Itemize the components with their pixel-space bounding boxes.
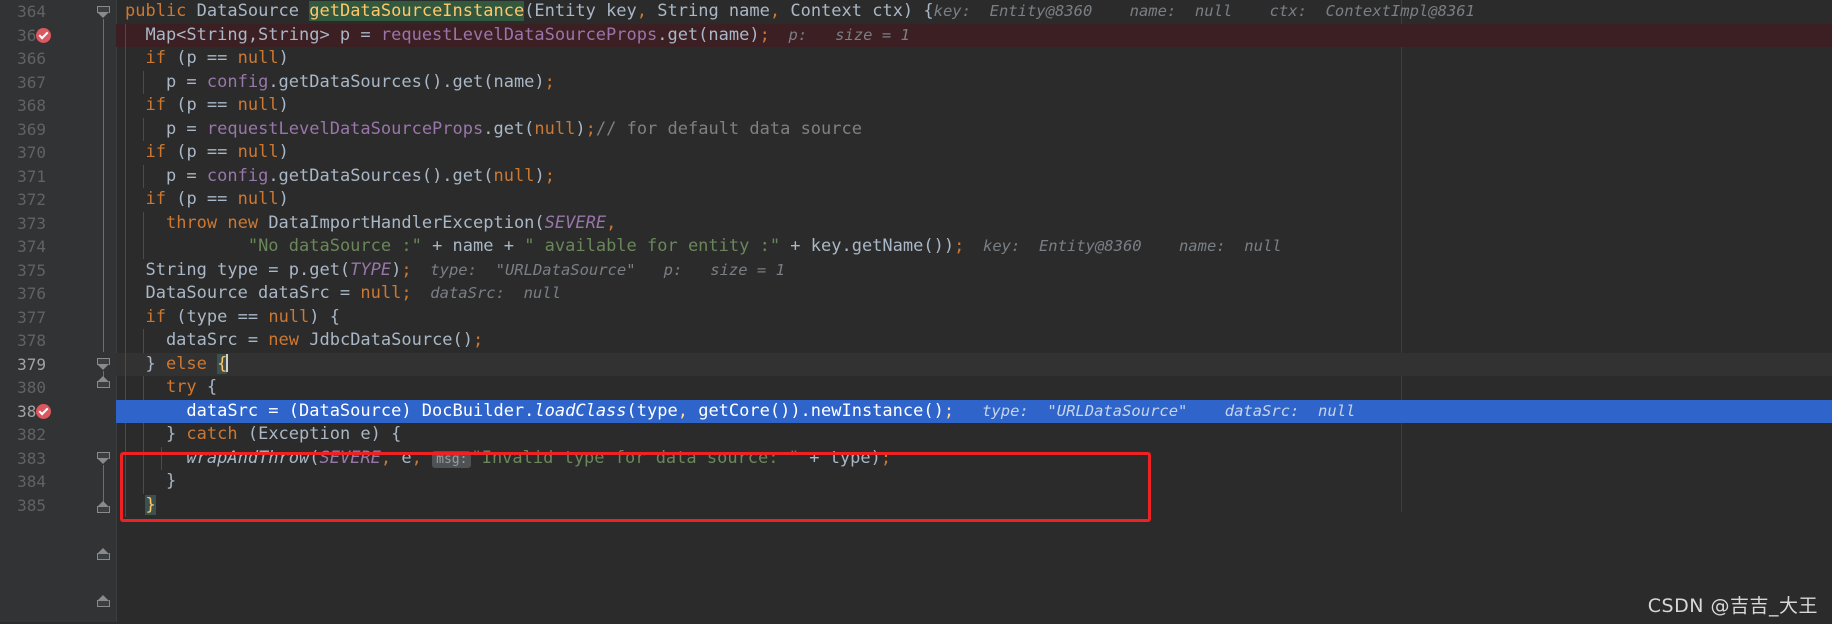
line-number: 376 (17, 284, 46, 303)
line-number: 366 (17, 49, 46, 68)
line-number: 364 (17, 2, 46, 21)
debug-value-hint: dataSrc: null (430, 284, 561, 302)
line-number: 378 (17, 331, 46, 350)
debug-value-hint: p: size = 1 (663, 260, 785, 279)
line-number: 383 (17, 448, 46, 468)
fold-marker-icon[interactable] (97, 6, 110, 19)
code-line-383[interactable]: wrapAndThrow(SEVERE, e, msg: "Invalid typ… (116, 446, 1832, 470)
debug-value-hint: name: null (1178, 237, 1282, 255)
fold-marker-icon[interactable] (97, 358, 110, 371)
code-line-373[interactable]: throw new DataImportHandlerException(SEV… (116, 211, 1832, 235)
debug-value-hint: dataSrc: null (1224, 401, 1356, 420)
debug-value-hint: ctx: ContextImpl@8361 (1269, 2, 1475, 20)
code-line-374[interactable]: "No dataSource :" + name + " available f… (116, 235, 1832, 259)
code-line-367[interactable]: p = config.getDataSources().get(name); (116, 70, 1832, 94)
text-caret (226, 353, 229, 372)
line-number: 370 (17, 143, 46, 162)
method-name-highlight: getDataSourceInstance (309, 1, 525, 21)
code-line-372[interactable]: if (p == null) (116, 188, 1832, 212)
code-line-368[interactable]: if (p == null) (116, 94, 1832, 118)
code-line-371[interactable]: p = config.getDataSources().get(null); (116, 164, 1832, 188)
line-number: 367 (17, 72, 46, 92)
line-number: 382 (17, 425, 46, 444)
editor-gutter[interactable]: 364 365 366 367 368 369 370 371 372 373 … (0, 0, 92, 624)
code-line-384[interactable]: } (116, 470, 1832, 494)
code-line-376[interactable]: DataSource dataSrc = null; dataSrc: null (116, 282, 1832, 306)
code-line-381[interactable]: dataSrc = (DataSource) DocBuilder.loadCl… (116, 399, 1832, 423)
line-number: 368 (17, 96, 46, 115)
code-line-380[interactable]: try { (116, 376, 1832, 400)
code-line-377[interactable]: if (type == null) { (116, 305, 1832, 329)
line-number: 379 (17, 354, 46, 374)
code-editor[interactable]: 364 365 366 367 368 369 370 371 372 373 … (0, 0, 1832, 624)
line-number: 384 (17, 472, 46, 491)
debug-value-hint: p: size = 1 (788, 25, 910, 44)
line-number: 375 (17, 260, 46, 280)
code-line-375[interactable]: String type = p.get(TYPE); type: "URLDat… (116, 258, 1832, 282)
breakpoint-icon[interactable] (36, 27, 51, 43)
fold-marker-icon[interactable] (97, 547, 110, 560)
code-line-366[interactable]: if (p == null) (116, 47, 1832, 71)
code-line-382[interactable]: } catch (Exception e) { (116, 423, 1832, 447)
code-line-370[interactable]: if (p == null) (116, 141, 1832, 165)
matching-brace-highlight: } (145, 494, 156, 515)
code-line-378[interactable]: dataSrc = new JdbcDataSource(); (116, 329, 1832, 353)
fold-marker-icon[interactable] (97, 375, 110, 388)
code-content[interactable]: public DataSource getDataSourceInstance(… (116, 0, 1832, 624)
line-number: 374 (17, 237, 46, 256)
debug-value-hint: key: Entity@8360 (982, 237, 1142, 255)
code-folding-strip[interactable] (92, 0, 116, 624)
line-number: 372 (17, 190, 46, 209)
breakpoint-icon[interactable] (36, 403, 51, 419)
debug-value-hint: name: null (1129, 2, 1233, 20)
line-number: 380 (17, 378, 46, 397)
line-number: 385 (17, 495, 46, 515)
fold-region-line (103, 465, 104, 505)
line-number: 377 (17, 307, 46, 327)
code-line-365[interactable]: Map<String,String> p = requestLevelDataS… (116, 23, 1832, 47)
fold-marker-icon[interactable] (97, 594, 110, 607)
debug-value-hint: type: "URLDataSource" (982, 401, 1188, 420)
line-number: 371 (17, 166, 46, 186)
debug-value-hint: type: "URLDataSource" (430, 260, 636, 279)
fold-marker-icon[interactable] (97, 500, 110, 513)
code-line-364[interactable]: public DataSource getDataSourceInstance(… (116, 0, 1832, 24)
code-line-379[interactable]: } else { (116, 352, 1832, 376)
fold-marker-icon[interactable] (97, 452, 110, 465)
line-number: 369 (17, 119, 46, 139)
fold-region-line (103, 19, 104, 352)
code-line-369[interactable]: p = requestLevelDataSourceProps.get(null… (116, 117, 1832, 141)
watermark-text: CSDN @吉吉_大王 (1647, 594, 1818, 617)
parameter-name-hint: msg: (432, 450, 472, 468)
line-number: 373 (17, 213, 46, 233)
debug-value-hint: key: Entity@8360 (933, 2, 1093, 20)
code-line-385[interactable]: } (116, 493, 1832, 517)
